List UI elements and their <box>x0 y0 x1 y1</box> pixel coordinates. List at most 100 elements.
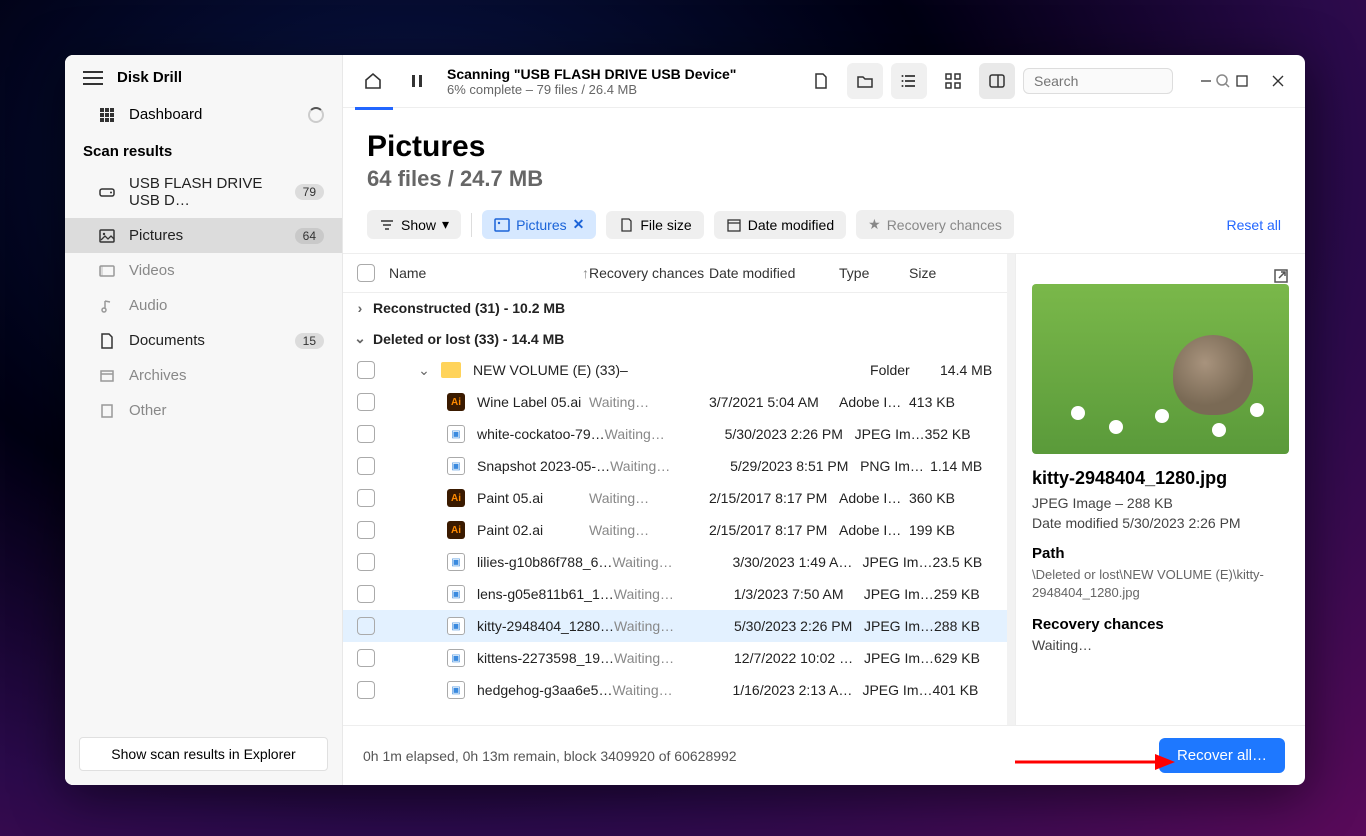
scan-sub: 6% complete – 79 files / 26.4 MB <box>447 82 736 97</box>
list-view-button[interactable] <box>891 63 927 99</box>
row-checkbox[interactable] <box>357 553 375 571</box>
preview-pane: kitty-2948404_1280.jpg JPEG Image – 288 … <box>1015 254 1305 725</box>
file-row[interactable]: ▣lens-g05e811b61_1… Waiting… 1/3/2023 7:… <box>343 578 1007 610</box>
col-name[interactable]: Name↑ <box>389 265 589 281</box>
image-file-icon: ▣ <box>447 617 465 635</box>
divider <box>471 213 472 237</box>
col-size[interactable]: Size <box>909 265 979 281</box>
preview-modified: Date modified 5/30/2023 2:26 PM <box>1032 515 1289 531</box>
search-input[interactable] <box>1034 73 1215 89</box>
row-checkbox[interactable] <box>357 489 375 507</box>
scan-status: 0h 1m elapsed, 0h 13m remain, block 3409… <box>363 748 737 764</box>
sidebar-item-label: Other <box>129 402 167 419</box>
close-button[interactable] <box>1263 66 1293 96</box>
file-row[interactable]: ▣lilies-g10b86f788_6… Waiting… 3/30/2023… <box>343 546 1007 578</box>
audio-icon <box>99 298 115 314</box>
scan-title: Scanning "USB FLASH DRIVE USB Device" <box>447 66 736 82</box>
archive-icon <box>99 368 115 384</box>
maximize-button[interactable] <box>1227 66 1257 96</box>
pause-button[interactable] <box>399 63 435 99</box>
sidebar-item-label: Audio <box>129 297 167 314</box>
row-checkbox[interactable] <box>357 681 375 699</box>
file-row[interactable]: ▣hedgehog-g3aa6e5… Waiting… 1/16/2023 2:… <box>343 674 1007 706</box>
sidebar-item-videos[interactable]: Videos <box>65 253 342 288</box>
file-row[interactable]: ▣kitty-2948404_1280… Waiting… 5/30/2023 … <box>343 610 1007 642</box>
chevron-right-icon[interactable]: › <box>353 300 367 316</box>
row-checkbox[interactable] <box>357 617 375 635</box>
preview-filename: kitty-2948404_1280.jpg <box>1032 468 1289 489</box>
file-view-button[interactable] <box>803 63 839 99</box>
sidebar-item-archives[interactable]: Archives <box>65 358 342 393</box>
preview-recovery: Waiting… <box>1032 637 1289 653</box>
popout-icon[interactable] <box>1273 268 1289 284</box>
preview-meta: JPEG Image – 288 KB <box>1032 495 1289 511</box>
chip-remove-icon[interactable]: ✕ <box>573 216 585 233</box>
filter-chip-pictures[interactable]: Pictures ✕ <box>482 210 596 239</box>
file-row[interactable]: ▣white-cockatoo-79… Waiting… 5/30/2023 2… <box>343 418 1007 450</box>
folder-view-button[interactable] <box>847 63 883 99</box>
page-title: Pictures <box>367 130 1281 164</box>
menu-icon[interactable] <box>83 71 103 85</box>
sidebar-item-other[interactable]: Other <box>65 393 342 428</box>
filter-file-size[interactable]: File size <box>606 211 703 239</box>
file-row[interactable]: AiPaint 05.ai Waiting… 2/15/2017 8:17 PM… <box>343 482 1007 514</box>
col-recovery[interactable]: Recovery chances <box>589 265 709 281</box>
chevron-down-icon[interactable]: ⌄ <box>353 330 367 347</box>
app-window: Disk Drill Dashboard Scan results USB FL… <box>65 55 1305 785</box>
filter-recovery-chances[interactable]: ★ Recovery chances <box>856 210 1014 239</box>
file-list-pane: Name↑ Recovery chances Date modified Typ… <box>343 254 1007 725</box>
row-checkbox[interactable] <box>357 361 375 379</box>
other-icon <box>99 403 115 419</box>
sidebar-item-label: USB FLASH DRIVE USB D… <box>129 175 281 209</box>
row-checkbox[interactable] <box>357 649 375 667</box>
file-row[interactable]: ▣Snapshot 2023-05-… Waiting… 5/29/2023 8… <box>343 450 1007 482</box>
row-checkbox[interactable] <box>357 393 375 411</box>
sidebar-item-audio[interactable]: Audio <box>65 288 342 323</box>
folder-icon <box>441 362 461 378</box>
sidebar-item-label: Pictures <box>129 227 183 244</box>
col-type[interactable]: Type <box>839 265 909 281</box>
preview-recovery-heading: Recovery chances <box>1032 616 1289 633</box>
grid-view-button[interactable] <box>935 63 971 99</box>
folder-row[interactable]: ⌄NEW VOLUME (E) (33) –Folder14.4 MB <box>343 354 1007 386</box>
preview-path-heading: Path <box>1032 545 1289 562</box>
sidebar-item-drive[interactable]: USB FLASH DRIVE USB D… 79 <box>65 166 342 218</box>
search-box[interactable] <box>1023 68 1173 94</box>
annotation-arrow <box>1015 747 1175 777</box>
chevron-down-icon[interactable]: ⌄ <box>417 362 431 379</box>
minimize-button[interactable] <box>1191 66 1221 96</box>
recover-all-button[interactable]: Recover all… <box>1159 738 1285 773</box>
group-row[interactable]: ⌄Deleted or lost (33) - 14.4 MB <box>343 323 1007 354</box>
ai-file-icon: Ai <box>447 521 465 539</box>
split-view-button[interactable] <box>979 63 1015 99</box>
footer: 0h 1m elapsed, 0h 13m remain, block 3409… <box>343 725 1305 785</box>
filter-date-modified[interactable]: Date modified <box>714 211 846 239</box>
home-button[interactable] <box>355 63 391 99</box>
select-all-checkbox[interactable] <box>357 264 375 282</box>
row-checkbox[interactable] <box>357 425 375 443</box>
group-row[interactable]: ›Reconstructed (31) - 10.2 MB <box>343 293 1007 323</box>
row-checkbox[interactable] <box>357 521 375 539</box>
row-checkbox[interactable] <box>357 457 375 475</box>
page-subtitle: 64 files / 24.7 MB <box>367 166 1281 192</box>
file-row[interactable]: ▣kittens-2273598_19… Waiting… 12/7/2022 … <box>343 642 1007 674</box>
video-icon <box>99 263 115 279</box>
file-row[interactable]: AiPaint 02.ai Waiting… 2/15/2017 8:17 PM… <box>343 514 1007 546</box>
image-file-icon: ▣ <box>447 457 465 475</box>
document-icon <box>99 333 115 349</box>
image-file-icon: ▣ <box>447 553 465 571</box>
file-row[interactable]: AiWine Label 05.ai Waiting… 3/7/2021 5:0… <box>343 386 1007 418</box>
show-in-explorer-button[interactable]: Show scan results in Explorer <box>79 737 328 771</box>
sidebar-item-documents[interactable]: Documents 15 <box>65 323 342 358</box>
show-dropdown[interactable]: Show ▾ <box>367 210 461 239</box>
sidebar-item-pictures[interactable]: Pictures 64 <box>65 218 342 253</box>
scrollbar[interactable] <box>1007 254 1015 725</box>
sidebar-item-label: Archives <box>129 367 187 384</box>
sidebar-badge: 15 <box>295 333 324 349</box>
main-pane: Scanning "USB FLASH DRIVE USB Device" 6%… <box>343 55 1305 785</box>
row-checkbox[interactable] <box>357 585 375 603</box>
col-date[interactable]: Date modified <box>709 265 839 281</box>
sidebar-item-label: Videos <box>129 262 175 279</box>
sidebar-item-dashboard[interactable]: Dashboard <box>65 96 342 133</box>
reset-all-link[interactable]: Reset all <box>1227 217 1281 233</box>
